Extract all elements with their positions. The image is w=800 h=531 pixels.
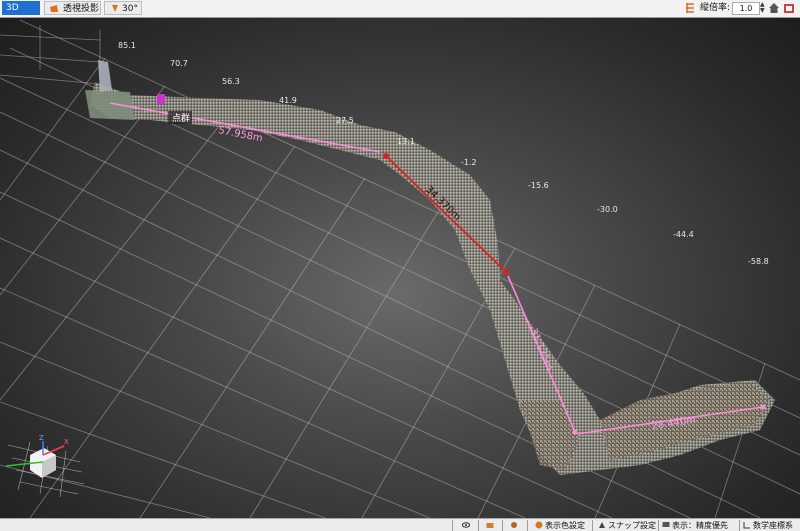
camera2-button[interactable] (510, 519, 520, 531)
eye-icon (462, 522, 470, 528)
elevation-label: -30.0 (597, 205, 618, 214)
elevation-label: -58.8 (748, 257, 769, 266)
axis-gizmo: Z X (5, 434, 85, 498)
elevation-label: 41.9 (279, 96, 297, 105)
snap-icon (599, 522, 605, 528)
perspective-label: 透視投影 (63, 4, 100, 14)
elevation-label: 13.1 (397, 137, 415, 146)
snap-settings-label: スナップ設定 (608, 521, 656, 530)
color-settings-label: 表示色設定 (545, 521, 585, 530)
camera-icon (511, 522, 517, 528)
perspective-button[interactable]: 透視投影 (44, 1, 101, 15)
angle-icon (112, 5, 118, 12)
scale-spinner[interactable]: ▲ ▼ (760, 2, 767, 14)
perspective-icon (50, 5, 58, 12)
app-window: 3D 透視投影 30° 縦倍率: 1.0 ▲ ▼ 85.1 70.7 56.3 … (0, 0, 800, 531)
point-cloud-label[interactable]: 点群 (172, 112, 190, 124)
eye-button[interactable] (462, 519, 472, 531)
elevation-label: 70.7 (170, 59, 188, 68)
elevation-label: 27.5 (336, 116, 354, 125)
maximize-icon[interactable] (783, 2, 795, 14)
marker-icon (157, 94, 165, 104)
elevation-labels: 85.1 70.7 56.3 41.9 27.5 13.1 -1.2 -15.6… (118, 41, 769, 266)
display-icon (662, 522, 670, 527)
palette-icon (535, 521, 543, 529)
elevation-label: 85.1 (118, 41, 136, 50)
coord-system-button[interactable]: 数学座標系 (743, 519, 793, 531)
scale-icon (686, 3, 694, 13)
axis-z-label: Z (39, 434, 44, 442)
elevation-label: 56.3 (222, 77, 240, 86)
3d-viewport[interactable]: 85.1 70.7 56.3 41.9 27.5 13.1 -1.2 -15.6… (0, 18, 800, 518)
angle-button[interactable]: 30° (104, 1, 142, 15)
elevation-label: -1.2 (461, 158, 477, 167)
scale-value-input[interactable]: 1.0 (732, 2, 760, 15)
scene-canvas: 85.1 70.7 56.3 41.9 27.5 13.1 -1.2 -15.6… (0, 19, 800, 518)
tab-3d-label: 3D (6, 3, 19, 13)
display-mode-button[interactable]: 表示：精度優先 (662, 519, 728, 531)
coord-icon (743, 522, 750, 529)
axis-x-label: X (64, 438, 69, 446)
coord-system-label: 数学座標系 (753, 521, 793, 530)
status-bar: 表示色設定 スナップ設定 表示：精度優先 数学座標系 (0, 518, 800, 531)
elevation-label: -44.4 (673, 230, 694, 239)
elevation-label: -15.6 (528, 181, 549, 190)
camera-icon (486, 523, 494, 528)
home-icon[interactable] (768, 2, 780, 14)
top-toolbar: 3D 透視投影 30° 縦倍率: 1.0 ▲ ▼ (0, 0, 800, 18)
snap-settings-button[interactable]: スナップ設定 (598, 519, 656, 531)
angle-label: 30° (122, 4, 138, 14)
display-mode-label: 表示：精度優先 (672, 521, 728, 530)
scale-label: 縦倍率: (700, 3, 731, 13)
tab-3d[interactable]: 3D (2, 1, 40, 15)
color-settings-button[interactable]: 表示色設定 (535, 519, 585, 531)
camera-button[interactable] (486, 519, 496, 531)
